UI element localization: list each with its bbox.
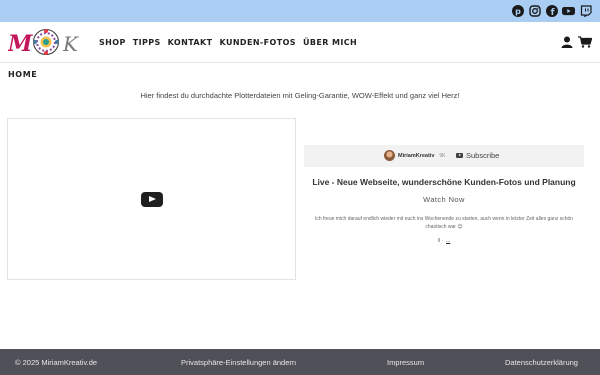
footer-impressum-link[interactable]: Impressum <box>387 358 424 367</box>
header-actions <box>561 35 593 53</box>
page-tagline: Hier findest du durchdachte Plotterdatei… <box>140 91 460 100</box>
site-footer: © 2025 MiriamKreativ.de Privatsphäre-Ein… <box>0 349 600 375</box>
social-links: p f <box>511 4 592 17</box>
svg-text:f: f <box>550 8 554 17</box>
svg-text:K: K <box>62 32 79 56</box>
channel-name: MiriamKreativ <box>398 152 435 159</box>
video-title[interactable]: Live - Neue Webseite, wunderschöne Kunde… <box>304 177 584 187</box>
video-embed[interactable] <box>7 118 296 280</box>
watch-now-button[interactable]: Watch Now <box>304 195 584 204</box>
nav-shop[interactable]: SHOP <box>99 38 126 47</box>
subscribe-button[interactable]: Subscribe <box>456 151 499 160</box>
shopping-cart-icon[interactable] <box>578 35 593 53</box>
nav-ueber-mich[interactable]: ÜBER MICH <box>303 38 357 47</box>
footer-datenschutz-link[interactable]: Datenschutzerklärung <box>505 358 578 367</box>
youtube-icon[interactable] <box>562 4 575 17</box>
instagram-icon[interactable] <box>528 4 541 17</box>
svg-text:M: M <box>8 31 33 57</box>
youtube-small-icon <box>456 153 463 158</box>
video-more-link[interactable]: ... <box>446 238 450 244</box>
channel-info[interactable]: MiriamKreativ 9K <box>384 150 446 161</box>
social-top-bar: p f <box>0 0 600 22</box>
site-logo[interactable]: M K <box>7 26 82 59</box>
video-description: Ich freue mich darauf endlich wieder mit… <box>314 216 574 230</box>
channel-avatar <box>384 150 395 161</box>
twitch-icon[interactable] <box>579 4 592 17</box>
nav-tipps[interactable]: TIPPS <box>133 38 161 47</box>
pinterest-icon[interactable]: p <box>511 4 524 17</box>
footer-privacy-settings-link[interactable]: Privatsphäre-Einstellungen ändern <box>181 358 296 367</box>
facebook-icon[interactable]: f <box>545 4 558 17</box>
svg-text:p: p <box>515 7 521 16</box>
subscriber-count: 9K <box>439 152 446 159</box>
user-account-icon[interactable] <box>561 35 573 53</box>
main-nav: SHOP TIPPS KONTAKT KUNDEN-FOTOS ÜBER MIC… <box>99 22 357 63</box>
site-header: M K SHOP TIPPS KONTAKT KUNDEN-FOTOS ÜBER… <box>0 22 600 63</box>
video-more-row: ll ·... <box>304 238 584 244</box>
footer-copyright: © 2025 MiriamKreativ.de <box>15 358 98 367</box>
page-title: HOME <box>8 70 38 79</box>
nav-kontakt[interactable]: KONTAKT <box>168 38 213 47</box>
youtube-play-icon[interactable] <box>141 192 163 207</box>
youtube-subscribe-bar: MiriamKreativ 9K Subscribe <box>304 145 584 167</box>
nav-kunden-fotos[interactable]: KUNDEN-FOTOS <box>219 38 295 47</box>
subscribe-label: Subscribe <box>466 151 500 160</box>
video-more-prefix: ll · <box>437 238 444 244</box>
